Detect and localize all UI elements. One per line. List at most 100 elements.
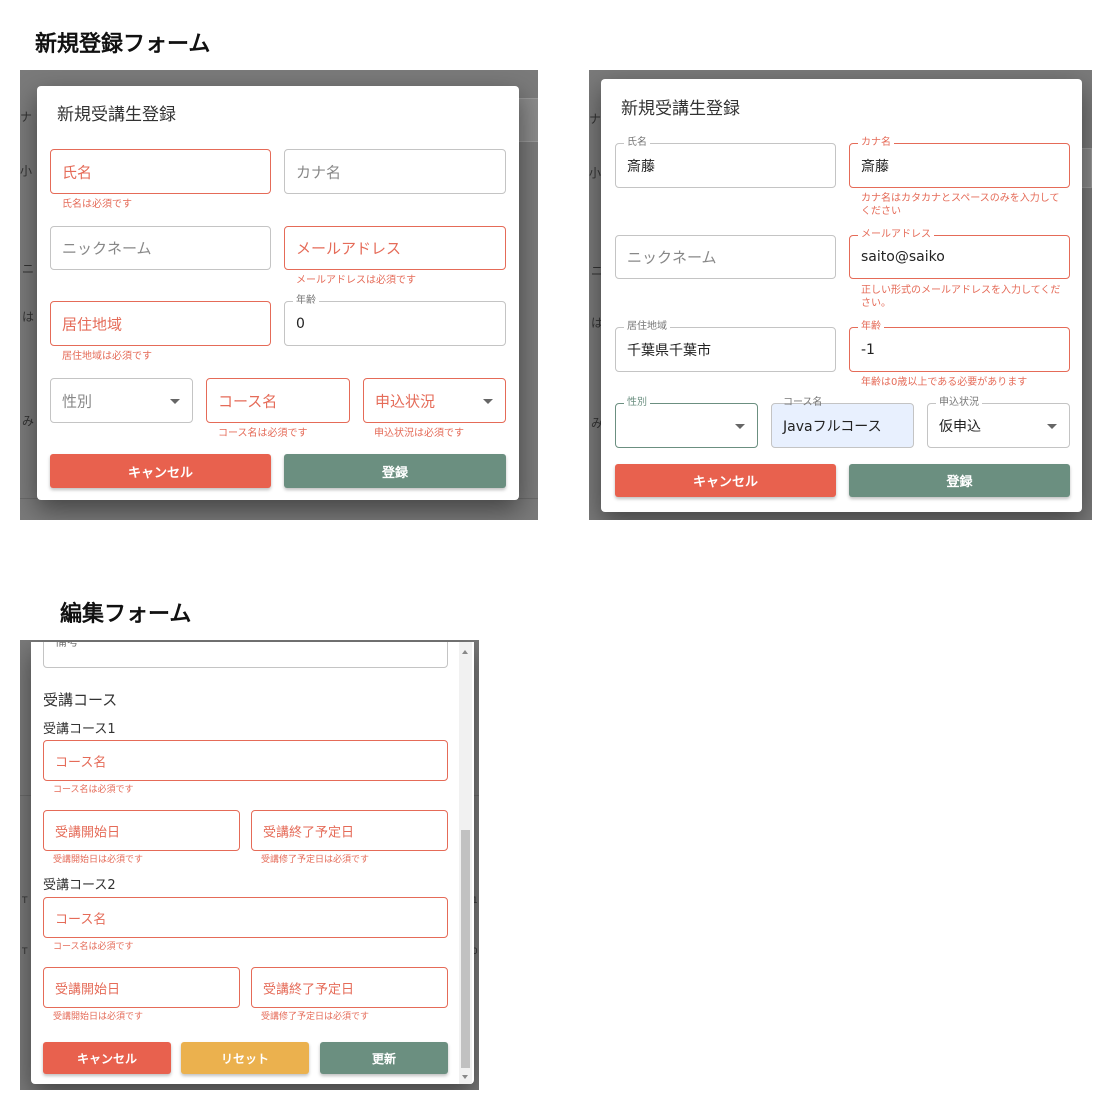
course2-end-field[interactable]: 受講終了予定日 (251, 967, 448, 1008)
kana-value: 斎藤 (861, 158, 889, 175)
dialog-title: 新規受講生登録 (57, 105, 176, 125)
course2-name-placeholder: コース名 (55, 912, 107, 927)
email-value: saito@saiko (861, 249, 945, 265)
new-form-heading: 新規登録フォーム (35, 32, 211, 57)
age-label: 年齢 (858, 321, 884, 333)
course-placeholder: コース名 (218, 392, 278, 410)
scroll-up-arrow-icon[interactable] (462, 650, 468, 654)
course1-heading: 受講コース1 (43, 722, 116, 737)
vertical-scrollbar[interactable] (459, 642, 472, 1084)
email-label: メールアドレス (858, 229, 934, 241)
nickname-field[interactable]: ニックネーム (615, 235, 836, 279)
gender-select[interactable]: 性別 (615, 397, 758, 448)
region-placeholder: 居住地域 (62, 315, 123, 333)
chevron-down-icon (483, 398, 493, 404)
new-form-filled-screenshot: ナ 小 ニ は み 新規受講生登録 氏名 斎藤 カナ名 斎藤 カナ名はカタカナと… (589, 70, 1092, 520)
cancel-button[interactable]: キャンセル (50, 454, 271, 488)
status-select[interactable]: 申込状況 (363, 378, 506, 423)
background-text: み (22, 414, 35, 428)
course2-end-error: 受講修了予定日は必須です (261, 1012, 370, 1022)
nickname-field[interactable]: ニックネーム (50, 226, 271, 270)
age-value: -1 (861, 341, 875, 358)
edit-form-screenshot: T T 1 0 備考 受講コース 受講コース1 コース名 コース名は必須です 受… (20, 640, 479, 1090)
course-section-heading: 受講コース (43, 691, 118, 709)
course2-heading: 受講コース2 (43, 878, 116, 893)
register-button[interactable]: 登録 (849, 464, 1070, 497)
course2-name-error: コース名は必須です (53, 942, 134, 952)
chevron-down-icon (1047, 423, 1057, 429)
status-error: 申込状況は必須です (374, 428, 464, 439)
new-student-dialog: 新規受講生登録 氏名 斎藤 カナ名 斎藤 カナ名はカタカナとスペースのみを入力し… (601, 79, 1082, 512)
status-value: 仮申込 (939, 418, 981, 435)
background-text: ナ (20, 110, 33, 124)
status-label: 申込状況 (936, 397, 982, 409)
email-placeholder: メールアドレス (296, 239, 402, 258)
course-field[interactable]: コース名 (206, 378, 350, 423)
background-text: 小 (589, 166, 602, 180)
age-field[interactable]: 年齢 -1 (849, 321, 1070, 372)
name-value: 斎藤 (627, 158, 655, 175)
email-error: メールアドレスは必須です (296, 275, 416, 286)
chevron-down-icon (170, 398, 180, 404)
course2-name-field[interactable]: コース名 (43, 897, 448, 938)
background-text: T (22, 896, 28, 906)
course-label: コース名 (783, 397, 823, 408)
email-field[interactable]: メールアドレス saito@saiko (849, 229, 1070, 279)
course1-end-placeholder: 受講終了予定日 (263, 825, 355, 840)
region-field[interactable]: 居住地域 (50, 301, 271, 346)
region-field[interactable]: 居住地域 千葉県千葉市 (615, 321, 836, 372)
course1-start-field[interactable]: 受講開始日 (43, 810, 240, 851)
name-field[interactable]: 氏名 斎藤 (615, 137, 836, 188)
scroll-down-arrow-icon[interactable] (462, 1075, 468, 1079)
background-text: T (22, 947, 28, 957)
background-text: ニ (22, 262, 35, 276)
age-field[interactable]: 年齢 0 (284, 295, 506, 346)
edit-student-dialog: 備考 受講コース 受講コース1 コース名 コース名は必須です 受講開始日 受講開… (31, 642, 474, 1084)
gender-select[interactable]: 性別 (50, 378, 193, 423)
kana-error: カナ名はカタカナとスペースのみを入力して ください (861, 193, 1060, 217)
name-error: 氏名は必須です (62, 199, 132, 210)
region-error: 居住地域は必須です (62, 351, 152, 362)
course-value: Javaフルコース (783, 418, 882, 435)
scrollbar-thumb[interactable] (461, 830, 470, 1068)
nickname-placeholder: ニックネーム (627, 248, 717, 267)
course2-start-field[interactable]: 受講開始日 (43, 967, 240, 1008)
email-field[interactable]: メールアドレス (284, 226, 506, 270)
region-label: 居住地域 (624, 321, 670, 333)
region-value: 千葉県千葉市 (627, 342, 711, 359)
course-error: コース名は必須です (218, 428, 308, 439)
new-student-dialog: 新規受講生登録 氏名 氏名は必須です カナ名 ニックネーム メールアドレス メー… (37, 86, 519, 500)
course2-start-error: 受講開始日は必須です (53, 1012, 144, 1022)
cancel-button[interactable]: キャンセル (615, 464, 836, 497)
gender-label: 性別 (624, 397, 650, 409)
course1-name-error: コース名は必須です (53, 785, 134, 795)
kana-label: カナ名 (858, 137, 894, 149)
background-text: 小 (20, 164, 33, 178)
kana-placeholder: カナ名 (296, 163, 342, 181)
course1-start-placeholder: 受講開始日 (55, 825, 121, 840)
background-text: は (22, 310, 35, 324)
status-select[interactable]: 申込状況 仮申込 (927, 397, 1070, 448)
course1-name-field[interactable]: コース名 (43, 740, 448, 781)
memo-field[interactable]: 備考 (43, 642, 448, 668)
course2-start-placeholder: 受講開始日 (55, 982, 121, 997)
gender-placeholder: 性別 (62, 392, 93, 410)
age-value: 0 (296, 315, 305, 332)
course1-end-field[interactable]: 受講終了予定日 (251, 810, 448, 851)
update-button[interactable]: 更新 (320, 1042, 448, 1074)
chevron-down-icon (735, 423, 745, 429)
edit-form-heading: 編集フォーム (60, 602, 192, 627)
age-error: 年齢は0歳以上である必要があります (861, 377, 1028, 388)
background-text: ナ (589, 112, 602, 126)
course1-end-error: 受講修了予定日は必須です (261, 855, 370, 865)
register-button[interactable]: 登録 (284, 454, 506, 488)
dialog-title: 新規受講生登録 (621, 99, 740, 119)
reset-button[interactable]: リセット (181, 1042, 309, 1074)
kana-field[interactable]: カナ名 (284, 149, 506, 194)
new-form-empty-screenshot: ナ 小 ニ は み 新規受講生登録 氏名 氏名は必須です カナ名 ニックネーム … (20, 70, 538, 520)
name-field[interactable]: 氏名 (50, 149, 271, 194)
course-field[interactable]: コース名 Javaフルコース (771, 397, 914, 448)
kana-field[interactable]: カナ名 斎藤 (849, 137, 1070, 188)
cancel-button[interactable]: キャンセル (43, 1042, 171, 1074)
age-label: 年齢 (293, 295, 319, 307)
